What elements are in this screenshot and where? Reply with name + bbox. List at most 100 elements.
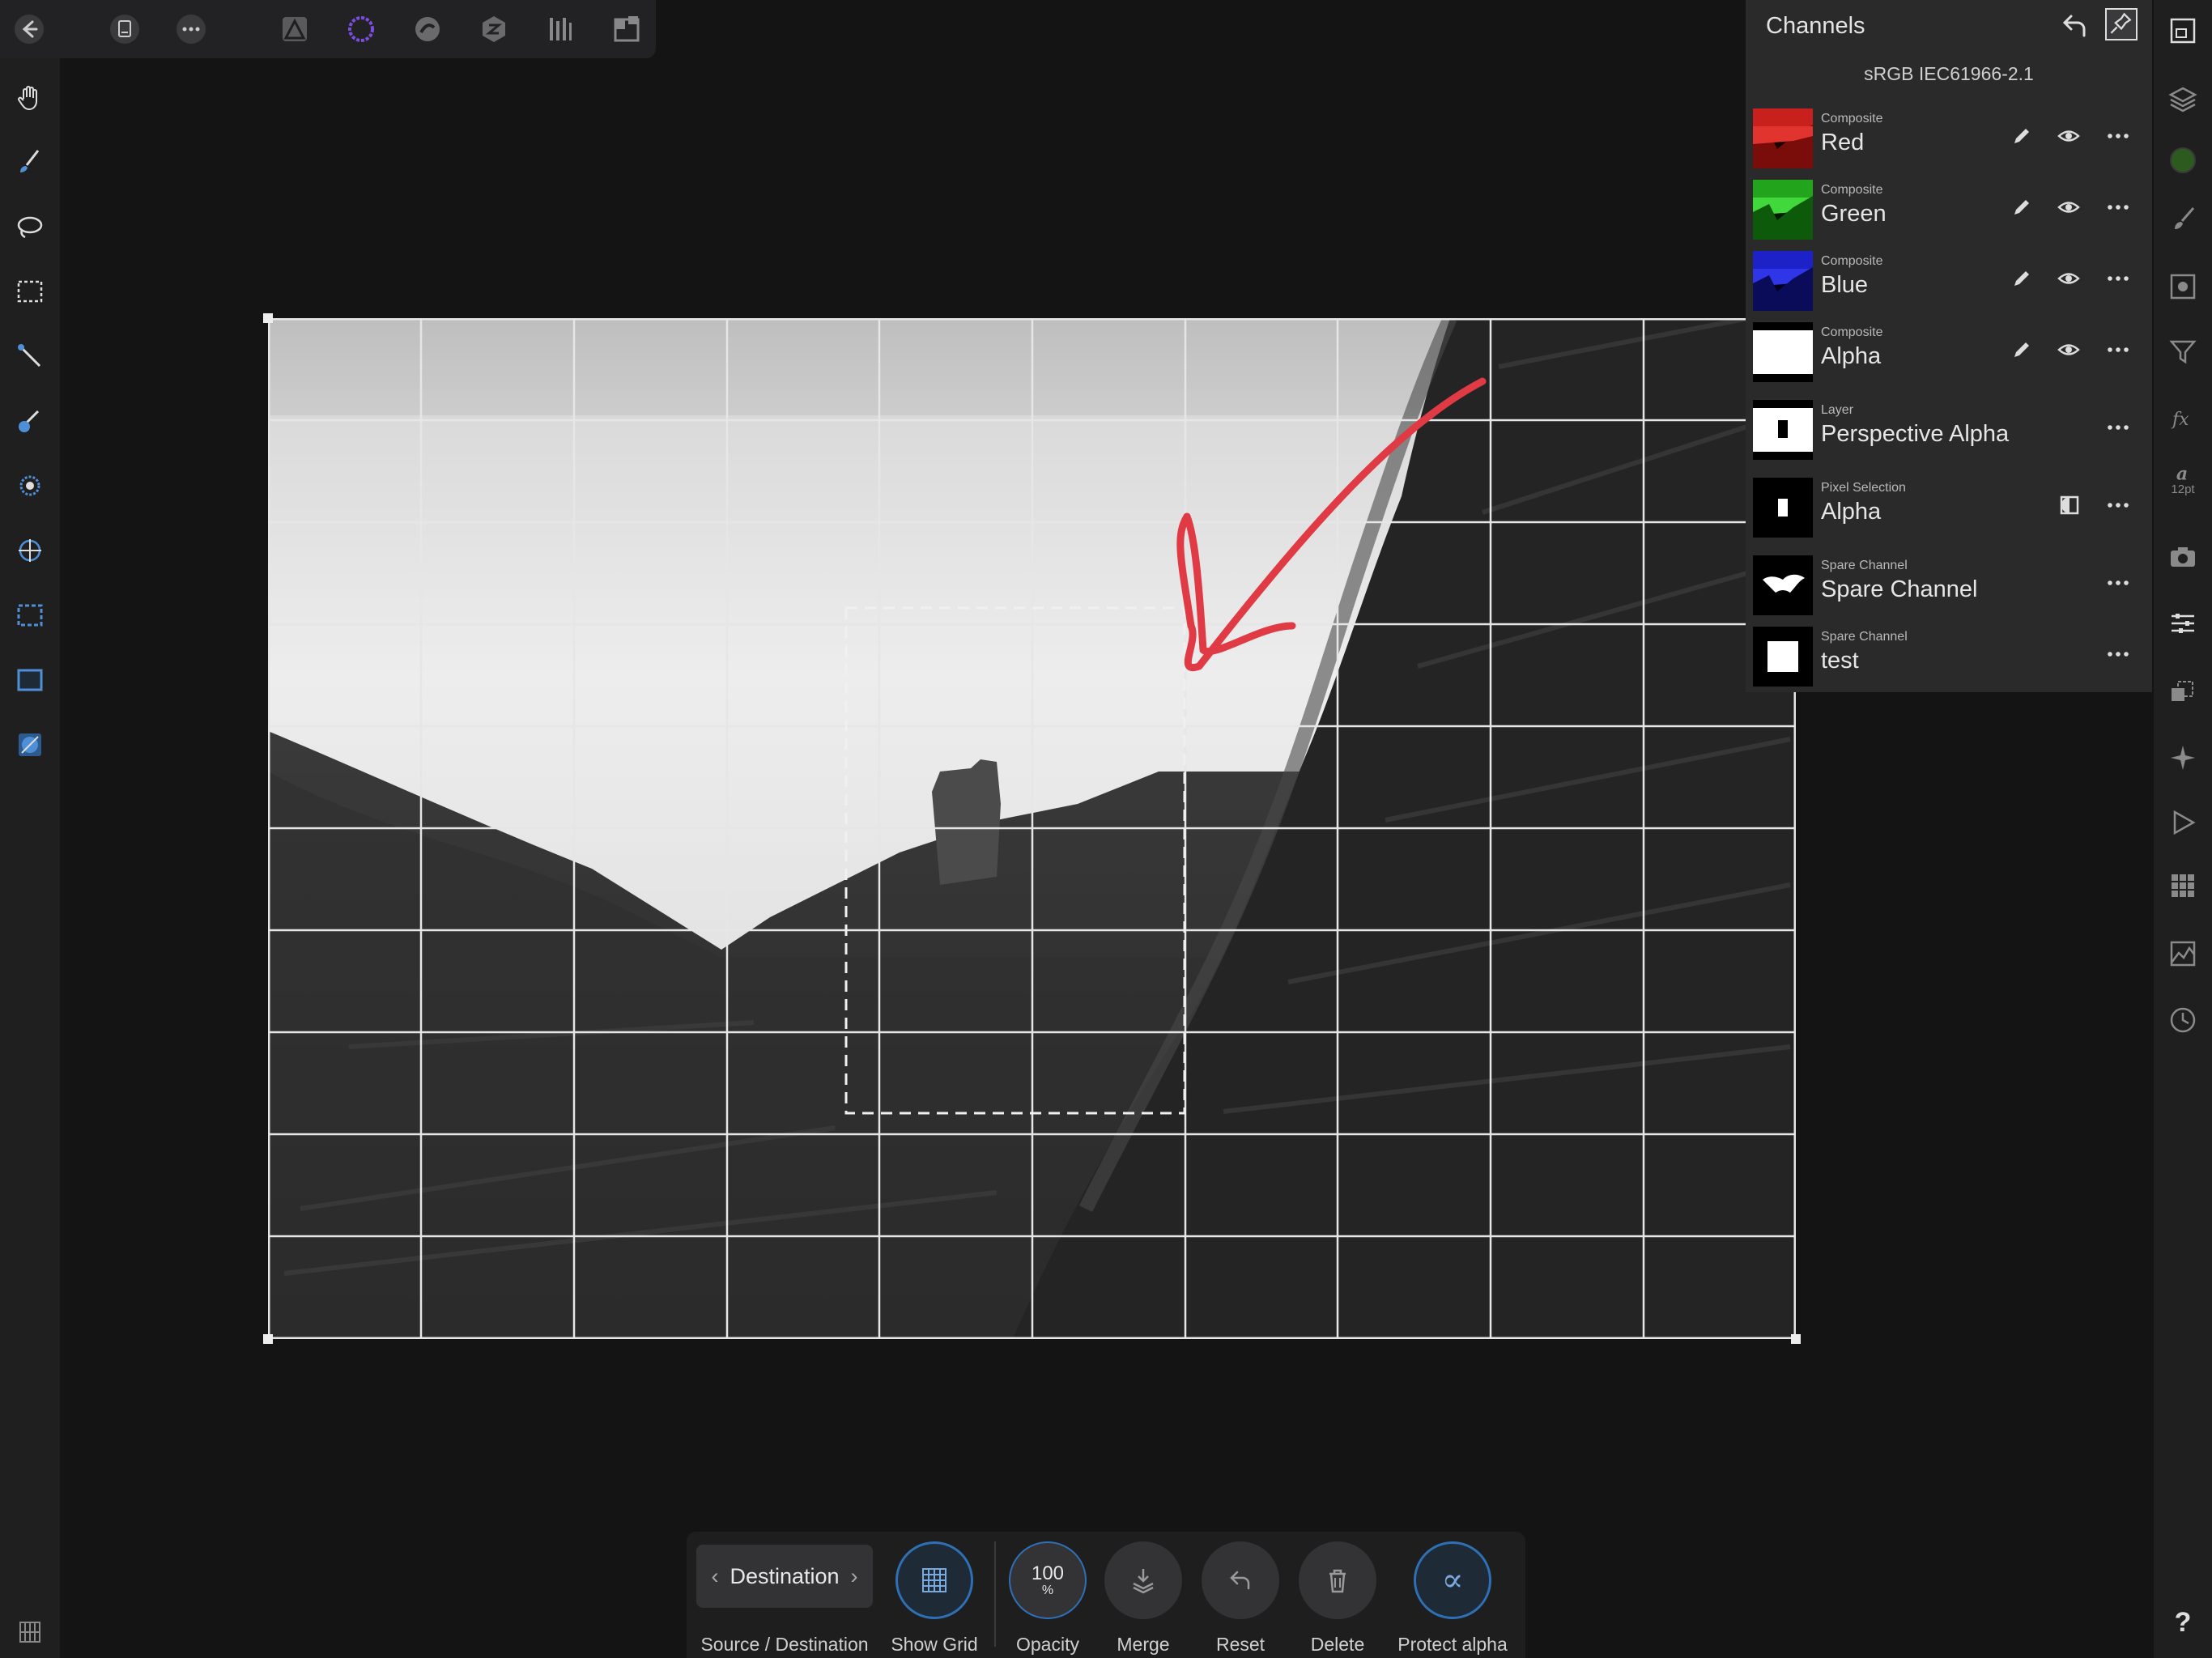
- healing-tool-icon[interactable]: [11, 531, 49, 570]
- stock-camera-icon[interactable]: [2163, 538, 2202, 576]
- channel-name: Alpha: [1821, 499, 1882, 525]
- grid-handle[interactable]: [263, 1334, 273, 1344]
- assistant-icon[interactable]: [11, 1613, 49, 1652]
- document-canvas[interactable]: [268, 318, 1796, 1339]
- adjustments-icon[interactable]: [2163, 267, 2202, 306]
- undo-icon[interactable]: [2058, 8, 2094, 44]
- mode-label: Source / Destination: [700, 1634, 869, 1655]
- layout-icon[interactable]: [607, 10, 646, 49]
- navigator-icon[interactable]: [2163, 11, 2202, 50]
- history-clock-icon[interactable]: [2163, 1001, 2202, 1039]
- layers-icon[interactable]: [2163, 79, 2202, 118]
- visibility-eye-icon[interactable]: [2052, 120, 2085, 152]
- hand-tool-icon[interactable]: [11, 78, 49, 117]
- document-icon[interactable]: [105, 10, 144, 49]
- merge-icon: [1133, 1569, 1154, 1594]
- brushes-icon[interactable]: [2163, 199, 2202, 238]
- channel-kind: Composite: [1821, 112, 1883, 125]
- show-grid-button[interactable]: [895, 1541, 973, 1619]
- live-filters-icon[interactable]: [2163, 332, 2202, 371]
- patch-tool-icon[interactable]: [11, 596, 49, 635]
- channel-row-test[interactable]: Spare Channel test: [1746, 619, 2152, 690]
- paint-brush-tool-icon[interactable]: [11, 142, 49, 181]
- tone-mapping-persona-icon[interactable]: [474, 10, 513, 49]
- edit-pencil-icon[interactable]: [2006, 262, 2038, 295]
- alpha-icon: ∝: [1441, 1562, 1464, 1599]
- channel-thumbnail: [1753, 555, 1813, 615]
- channel-name: Spare Channel: [1821, 576, 1978, 602]
- burn-dodge-tool-icon[interactable]: [11, 466, 49, 505]
- photo-persona-icon[interactable]: [275, 10, 314, 49]
- channel-kind: Composite: [1821, 254, 1883, 268]
- undo-icon: [1230, 1571, 1250, 1590]
- channel-name: Blue: [1821, 272, 1869, 298]
- liquify-persona-icon[interactable]: [342, 10, 381, 49]
- mesh-warp-tool-icon[interactable]: [11, 661, 49, 699]
- pin-icon[interactable]: [2105, 8, 2138, 40]
- channel-name: Alpha: [1821, 343, 1882, 369]
- more-options-icon[interactable]: [2102, 120, 2134, 152]
- source-destination-toggle[interactable]: ‹ Destination ›: [696, 1545, 873, 1608]
- grid-handle[interactable]: [263, 313, 273, 323]
- perspective-tool-icon[interactable]: [11, 725, 49, 764]
- channel-row-perspective-alpha[interactable]: Layer Perspective Alpha: [1746, 392, 2152, 463]
- channel-row-alpha[interactable]: Composite Alpha: [1746, 314, 2152, 385]
- visibility-eye-icon[interactable]: [2052, 262, 2085, 295]
- channel-kind: Spare Channel: [1821, 630, 1908, 644]
- macro-play-icon[interactable]: [2163, 803, 2202, 842]
- channel-row-green[interactable]: Composite Green: [1746, 172, 2152, 243]
- merge-button[interactable]: [1104, 1541, 1182, 1619]
- more-options-icon[interactable]: [2102, 489, 2134, 521]
- color-profile: sRGB IEC61966-2.1: [1864, 63, 2034, 84]
- snapping-icon[interactable]: [2163, 738, 2202, 777]
- rectangular-marquee-tool-icon[interactable]: [11, 272, 49, 311]
- color-picker-tool-icon[interactable]: [11, 402, 49, 440]
- invert-selection-icon[interactable]: [2053, 489, 2086, 521]
- context-toolbar-settings-icon[interactable]: [2163, 604, 2202, 643]
- show-grid-label: Show Grid: [891, 1634, 978, 1655]
- more-options-icon[interactable]: [2102, 191, 2134, 223]
- more-options-icon[interactable]: [2102, 262, 2134, 295]
- channel-row-red[interactable]: Composite Red: [1746, 100, 2152, 172]
- studio-strip: fx a 12pt: [2154, 0, 2212, 1658]
- histogram-icon[interactable]: [2163, 934, 2202, 973]
- library-grid-icon[interactable]: [2163, 866, 2202, 905]
- freehand-selection-tool-icon[interactable]: [11, 207, 49, 246]
- export-persona-icon[interactable]: [541, 10, 580, 49]
- back-icon[interactable]: [10, 10, 49, 49]
- edit-pencil-icon[interactable]: [2006, 334, 2038, 366]
- protect-alpha-button[interactable]: ∝: [1414, 1541, 1491, 1619]
- fx-icon[interactable]: fx: [2163, 398, 2202, 437]
- transform-icon[interactable]: [2163, 672, 2202, 711]
- channel-row-pixel-selection[interactable]: Pixel Selection Alpha: [1746, 470, 2152, 541]
- edit-pencil-icon[interactable]: [2006, 120, 2038, 152]
- channel-kind: Layer: [1821, 403, 1854, 417]
- color-icon[interactable]: [2163, 141, 2202, 180]
- channel-row-spare-channel[interactable]: Spare Channel Spare Channel: [1746, 547, 2152, 619]
- more-options-icon[interactable]: [2102, 411, 2134, 444]
- selection-brush-tool-icon[interactable]: [11, 337, 49, 376]
- channel-row-blue[interactable]: Composite Blue: [1746, 243, 2152, 314]
- reset-label: Reset: [1215, 1634, 1266, 1655]
- more-options-icon[interactable]: [2102, 334, 2134, 366]
- channel-kind: Composite: [1821, 183, 1883, 197]
- text-styles-icon[interactable]: a 12pt: [2163, 460, 2202, 499]
- develop-persona-icon[interactable]: [408, 10, 447, 49]
- more-icon[interactable]: [172, 10, 211, 49]
- delete-button[interactable]: [1299, 1541, 1376, 1619]
- panel-title: Channels: [1766, 13, 1865, 39]
- edit-pencil-icon[interactable]: [2006, 191, 2038, 223]
- grid-handle[interactable]: [1791, 1334, 1801, 1344]
- channel-name: test: [1821, 648, 1859, 674]
- more-options-icon[interactable]: [2102, 638, 2134, 670]
- visibility-eye-icon[interactable]: [2052, 191, 2085, 223]
- chevron-left-icon[interactable]: ‹: [711, 1564, 718, 1589]
- reset-button[interactable]: [1202, 1541, 1279, 1619]
- opacity-button[interactable]: 100 %: [1009, 1541, 1087, 1619]
- channel-thumbnail: [1753, 627, 1813, 687]
- more-options-icon[interactable]: [2102, 567, 2134, 599]
- help-button[interactable]: ?: [2163, 1607, 2202, 1646]
- chevron-right-icon[interactable]: ›: [851, 1564, 858, 1589]
- visibility-eye-icon[interactable]: [2052, 334, 2085, 366]
- channel-thumbnail: [1753, 322, 1813, 382]
